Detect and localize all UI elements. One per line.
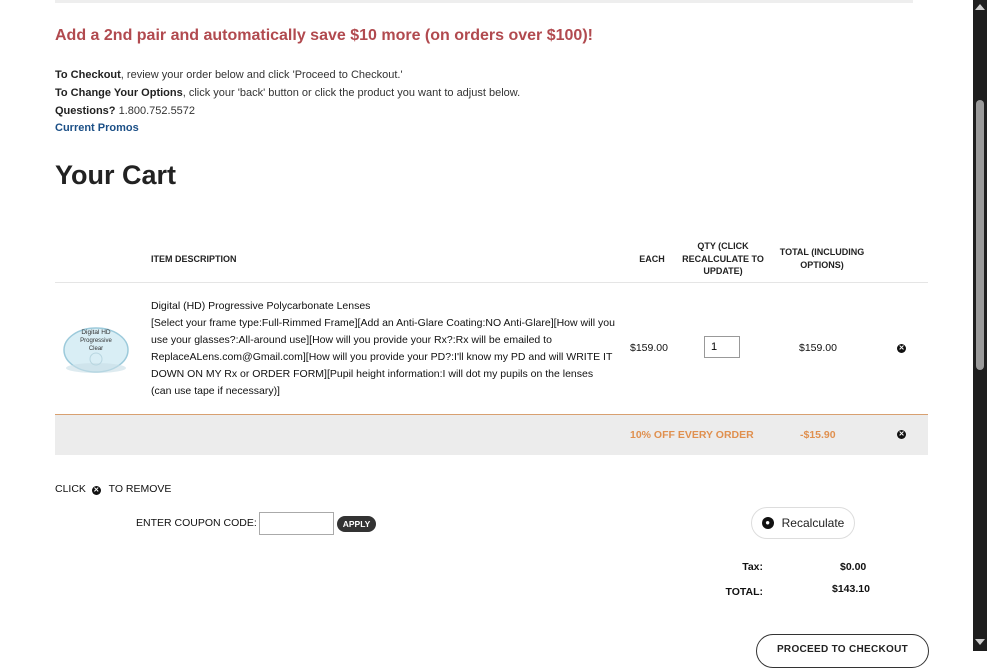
scroll-up-icon[interactable] bbox=[975, 4, 985, 10]
header-item-description: ITEM DESCRIPTION bbox=[151, 254, 237, 264]
top-divider bbox=[55, 0, 913, 3]
coupon-label: ENTER COUPON CODE: bbox=[136, 517, 257, 529]
discount-row bbox=[55, 414, 928, 455]
questions-label: Questions? bbox=[55, 105, 116, 117]
item-name[interactable]: Digital (HD) Progressive Polycarbonate L… bbox=[151, 298, 616, 315]
coupon-code-input[interactable] bbox=[259, 512, 334, 535]
change-text: , click your 'back' button or click the … bbox=[182, 87, 521, 99]
questions-line: Questions? 1.800.752.5572 bbox=[55, 105, 195, 117]
remove-hint-before: CLICK bbox=[55, 483, 86, 495]
total-value: $143.10 bbox=[832, 583, 870, 595]
page-title: Your Cart bbox=[55, 160, 177, 190]
remove-item-icon[interactable]: ✕ bbox=[897, 344, 906, 353]
change-options-instructions: To Change Your Options, click your 'back… bbox=[55, 87, 520, 99]
item-each-price: $159.00 bbox=[630, 342, 668, 354]
checkout-instructions: To Checkout, review your order below and… bbox=[55, 69, 403, 81]
scrollbar-thumb[interactable] bbox=[976, 100, 984, 370]
item-description: Digital (HD) Progressive Polycarbonate L… bbox=[151, 298, 616, 400]
lens-image-line-3: Clear bbox=[89, 346, 103, 352]
recalculate-label: Recalculate bbox=[781, 516, 845, 530]
scroll-down-icon[interactable] bbox=[975, 639, 985, 645]
promo-banner: Add a 2nd pair and automatically save $1… bbox=[55, 27, 593, 44]
checkout-label: To Checkout bbox=[55, 69, 121, 81]
checkout-text: , review your order below and click 'Pro… bbox=[120, 69, 403, 81]
current-promos-link[interactable]: Current Promos bbox=[55, 122, 139, 134]
item-options: [Select your frame type:Full-Rimmed Fram… bbox=[151, 317, 615, 397]
quantity-input[interactable] bbox=[704, 336, 740, 358]
remove-hint-after: TO REMOVE bbox=[108, 483, 172, 495]
header-divider bbox=[55, 282, 928, 283]
header-qty: QTY (CLICK RECALCULATE TO UPDATE) bbox=[682, 241, 764, 276]
tax-label: Tax: bbox=[742, 561, 763, 573]
lens-image-line-2: Progressive bbox=[80, 338, 112, 344]
phone-number: 1.800.752.5572 bbox=[115, 105, 196, 117]
discount-amount: -$15.90 bbox=[800, 429, 836, 441]
item-total-price: $159.00 bbox=[799, 342, 837, 354]
lens-image-line-1: Digital HD bbox=[81, 329, 111, 336]
tax-value: $0.00 bbox=[840, 561, 867, 573]
total-label: TOTAL: bbox=[725, 586, 763, 598]
remove-hint: CLICK ✕ TO REMOVE bbox=[55, 483, 171, 495]
refresh-icon: ● bbox=[761, 517, 774, 529]
header-total: TOTAL (INCLUDING OPTIONS) bbox=[779, 247, 865, 270]
recalculate-button[interactable]: ● Recalculate bbox=[751, 507, 855, 539]
remove-discount-icon[interactable]: ✕ bbox=[897, 430, 906, 439]
close-circle-icon: ✕ bbox=[91, 486, 101, 495]
product-lens-image[interactable]: Digital HD Progressive Clear bbox=[62, 322, 130, 374]
change-label: To Change Your Options bbox=[55, 87, 183, 99]
discount-label: 10% OFF EVERY ORDER bbox=[630, 429, 754, 441]
proceed-to-checkout-button[interactable]: PROCEED TO CHECKOUT bbox=[756, 634, 929, 668]
apply-coupon-button[interactable]: APPLY bbox=[337, 516, 376, 532]
header-each: EACH bbox=[639, 254, 665, 264]
